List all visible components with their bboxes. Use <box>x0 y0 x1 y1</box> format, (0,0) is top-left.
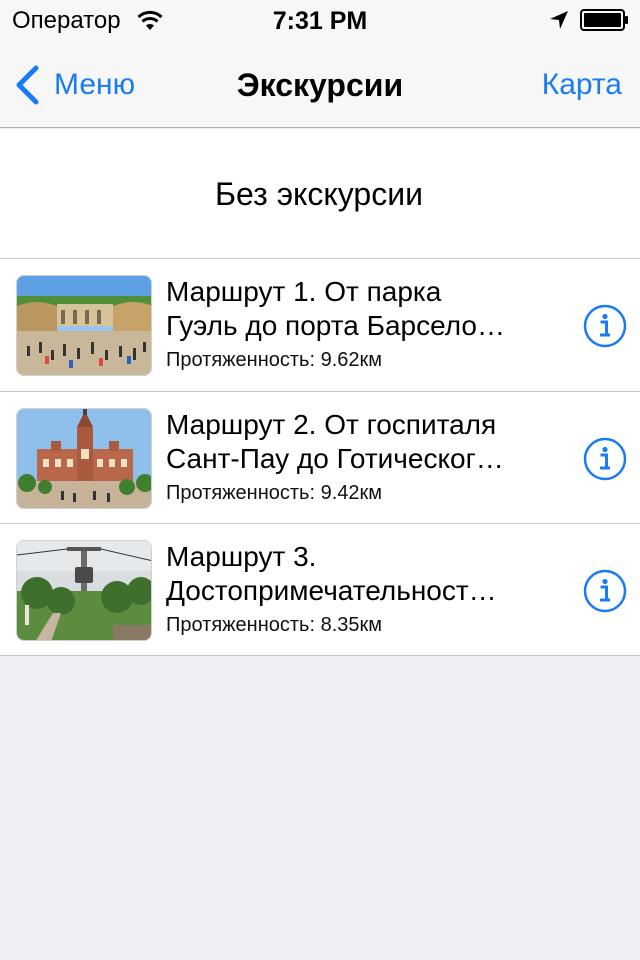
route-2-title: Маршрут 2. От госпиталя Сант-Пау до Готи… <box>166 408 558 476</box>
map-button[interactable]: Карта <box>542 64 622 106</box>
route-2-thumbnail <box>16 408 152 509</box>
route-2-title-line-1: Маршрут 2. От госпиталя <box>166 409 497 440</box>
route-1-info-button[interactable] <box>583 304 627 348</box>
info-icon <box>583 437 627 481</box>
no-tour-cell[interactable]: Без экскурсии <box>0 129 640 259</box>
route-3-info-button[interactable] <box>583 569 627 613</box>
route-list: Маршрут 1. От парка Гуэль до порта Барсе… <box>0 259 640 656</box>
no-tour-label: Без экскурсии <box>215 175 423 212</box>
navigation-bar: Меню Экскурсии Карта <box>0 40 640 128</box>
top-bar: Оператор 7:31 PM Меню Экскурсии Карта <box>0 0 640 128</box>
route-3-title: Маршрут 3. Достопримечательност… <box>166 540 558 608</box>
route-1-title: Маршрут 1. От парка Гуэль до порта Барсе… <box>166 275 558 343</box>
route-row-1[interactable]: Маршрут 1. От парка Гуэль до порта Барсе… <box>0 259 640 391</box>
route-1-thumbnail <box>16 275 152 376</box>
info-icon <box>583 304 627 348</box>
info-icon <box>583 569 627 613</box>
location-arrow-icon <box>548 9 570 31</box>
route-1-title-line-2: Гуэль до порта Барсело… <box>166 310 505 341</box>
battery-icon <box>580 8 630 32</box>
route-2-title-line-2: Сант-Пау до Готическог… <box>166 443 504 474</box>
route-3-thumbnail <box>16 540 152 641</box>
route-1-title-line-1: Маршрут 1. От парка <box>166 276 442 307</box>
route-3-length: Протяженность: 8.35км <box>166 614 383 636</box>
route-row-3[interactable]: Маршрут 3. Достопримечательност… Протяже… <box>0 523 640 655</box>
status-time: 7:31 PM <box>272 7 368 35</box>
route-row-2[interactable]: Маршрут 2. От госпиталя Сант-Пау до Готи… <box>0 391 640 523</box>
route-3-title-line-1: Маршрут 3. <box>166 541 317 572</box>
route-1-length: Протяженность: 9.62км <box>166 349 383 371</box>
route-3-title-line-2: Достопримечательност… <box>166 575 497 606</box>
route-2-length: Протяженность: 9.42км <box>166 482 383 504</box>
route-2-info-button[interactable] <box>583 437 627 481</box>
status-bar: Оператор 7:31 PM <box>0 0 640 40</box>
